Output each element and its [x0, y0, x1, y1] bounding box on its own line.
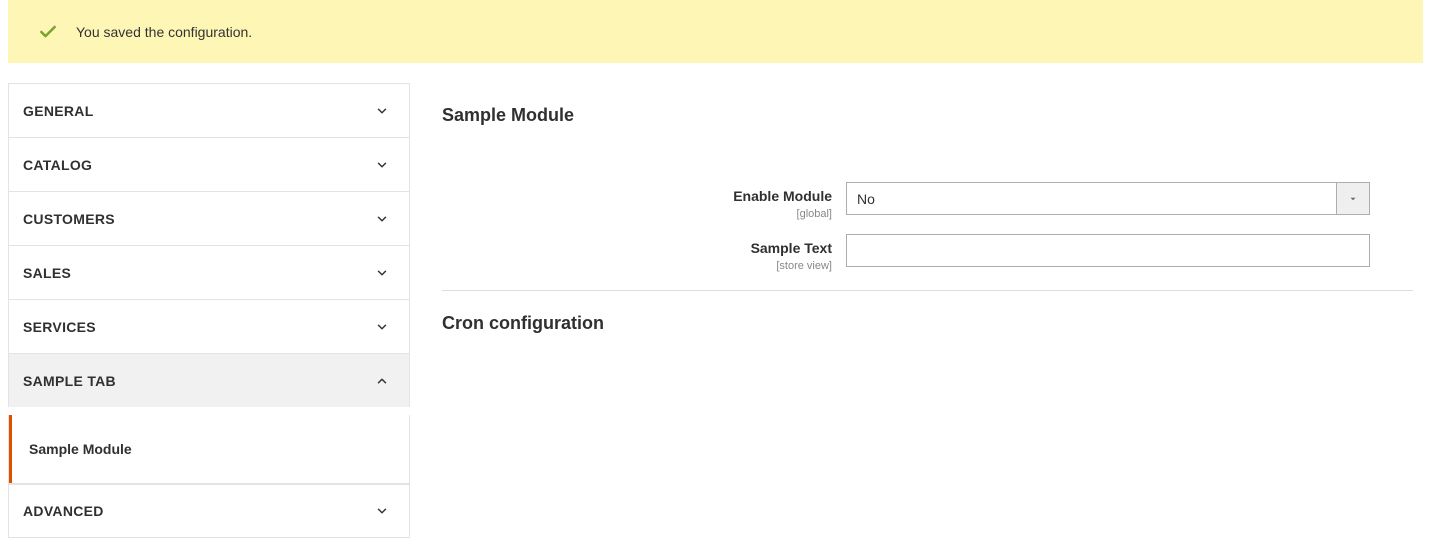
sidebar-section-label: CUSTOMERS [23, 211, 115, 227]
sample-text-input[interactable] [846, 234, 1370, 267]
field-label-sample-text: Sample Text [751, 240, 832, 256]
sidebar-item-sample-module[interactable]: Sample Module [9, 415, 409, 483]
field-row-enable-module: Enable Module [global] No [442, 182, 1413, 220]
sidebar-section-catalog[interactable]: CATALOG [8, 137, 410, 191]
sidebar-subitems-sample-tab: Sample Module [8, 415, 410, 484]
check-icon [38, 22, 58, 42]
field-scope-enable-module: [global] [442, 208, 832, 220]
config-sidebar: GENERAL CATALOG CUSTOMERS SALES SERVICES [8, 83, 410, 538]
field-scope-sample-text: [store view] [442, 260, 832, 272]
sidebar-section-general[interactable]: GENERAL [8, 83, 410, 137]
success-message-text: You saved the configuration. [76, 24, 252, 40]
chevron-down-icon [375, 104, 389, 118]
sidebar-section-sample-tab[interactable]: SAMPLE TAB [8, 353, 410, 407]
chevron-down-icon [375, 266, 389, 280]
chevron-down-icon [375, 212, 389, 226]
sidebar-section-label: ADVANCED [23, 503, 104, 519]
sidebar-section-customers[interactable]: CUSTOMERS [8, 191, 410, 245]
chevron-down-icon [375, 320, 389, 334]
sidebar-section-label: CATALOG [23, 157, 92, 173]
dropdown-arrow-icon [1336, 183, 1369, 214]
sidebar-section-services[interactable]: SERVICES [8, 299, 410, 353]
enable-module-select[interactable]: No [846, 182, 1370, 215]
section-title-sample-module: Sample Module [442, 83, 1413, 144]
field-row-sample-text: Sample Text [store view] [442, 234, 1413, 272]
config-main: Sample Module Enable Module [global] No … [410, 83, 1423, 352]
sidebar-section-advanced[interactable]: ADVANCED [8, 484, 410, 538]
chevron-up-icon [375, 374, 389, 388]
sidebar-section-label: SAMPLE TAB [23, 373, 116, 389]
sidebar-section-label: GENERAL [23, 103, 94, 119]
success-message: You saved the configuration. [8, 0, 1423, 63]
chevron-down-icon [375, 504, 389, 518]
field-label-enable-module: Enable Module [733, 188, 832, 204]
select-value: No [847, 183, 1336, 214]
sidebar-section-label: SERVICES [23, 319, 96, 335]
sidebar-section-sales[interactable]: SALES [8, 245, 410, 299]
section-title-cron-configuration: Cron configuration [442, 291, 1413, 352]
chevron-down-icon [375, 158, 389, 172]
sidebar-section-label: SALES [23, 265, 71, 281]
sidebar-subitem-label: Sample Module [29, 441, 132, 457]
